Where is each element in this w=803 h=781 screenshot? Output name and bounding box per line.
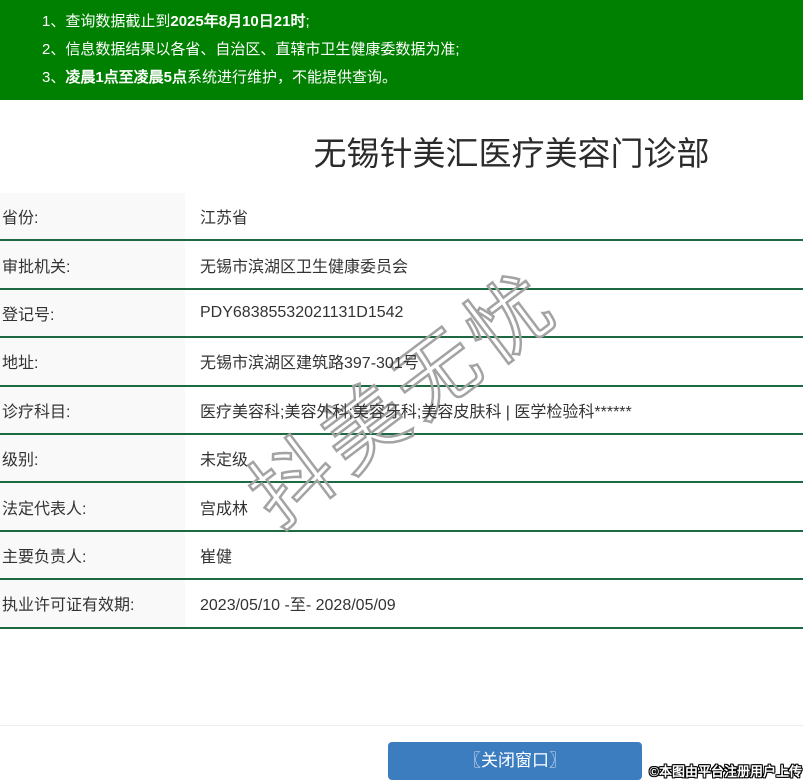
row-label-text: 执业许可证有效期: [2, 597, 135, 615]
row-value: 江苏省 [185, 193, 803, 239]
row-label: 级别: [0, 434, 185, 482]
row-label-text: 法定代表人: [2, 500, 87, 518]
row-value-text: 2023/05/10 -至- 2028/05/09 [200, 597, 396, 615]
notice-number: 2、 [42, 41, 66, 58]
table-row-main-person-in-charge: 主要负责人: 崔健 [0, 531, 803, 581]
row-label: 登记号: [0, 289, 185, 337]
notice-text: 系统进行维护，不能提供查询。 [187, 69, 398, 86]
notice-text: 查询数据截止到 [65, 13, 171, 30]
info-table: 省份: 江苏省 审批机关: 无锡市滨湖区卫生健康委员会 登记号: PDY6838… [0, 193, 803, 629]
row-label: 主要负责人: [0, 531, 185, 579]
row-value: 崔健 [185, 532, 803, 578]
notice-line-2: 2、信息数据结果以各省、自治区、直辖市卫生健康委数据为准; [42, 36, 793, 64]
row-value: 无锡市滨湖区卫生健康委员会 [185, 241, 803, 287]
notice-number: 1、 [42, 13, 66, 30]
row-value: 2023/05/10 -至- 2028/05/09 [185, 580, 803, 626]
row-value-text: 江苏省 [200, 210, 249, 228]
row-value-text: 宫成林 [200, 500, 249, 518]
row-value: 医疗美容科;美容外科;美容牙科;美容皮肤科 | 医学检验科****** [185, 387, 803, 433]
row-label-text: 审批机关: [2, 258, 71, 276]
notice-number: 3、 [42, 69, 66, 86]
row-label-text: 主要负责人: [2, 548, 87, 566]
close-window-button[interactable]: 〖关闭窗口〗 [388, 742, 642, 780]
table-row-province: 省份: 江苏省 [0, 193, 803, 242]
row-value: 未定级 [185, 435, 803, 481]
table-row-address: 地址: 无锡市滨湖区建筑路397-301号 [0, 338, 803, 387]
notice-text: ; [305, 13, 310, 30]
table-row-registration-number: 登记号: PDY68385532021131D1542 [0, 289, 803, 339]
row-value-text: 崔健 [200, 548, 233, 566]
row-label: 省份: [0, 193, 185, 240]
row-label-text: 省份: [2, 210, 39, 228]
row-value: 无锡市滨湖区建筑路397-301号 [185, 338, 803, 384]
table-row-medical-subjects: 诊疗科目: 医疗美容科;美容外科;美容牙科;美容皮肤科 | 医学检验科*****… [0, 386, 803, 435]
notice-line-3: 3、凌晨1点至凌晨5点系统进行维护，不能提供查询。 [42, 64, 793, 92]
row-value-text: 无锡市滨湖区卫生健康委员会 [200, 258, 409, 276]
row-label-text: 诊疗科目: [2, 403, 71, 421]
row-label-text: 地址: [2, 355, 39, 373]
row-label: 执业许可证有效期: [0, 580, 185, 627]
notice-line-1: 1、查询数据截止到2025年8月10日21时; [42, 8, 793, 36]
page-title: 无锡针美汇医疗美容门诊部 [313, 135, 710, 172]
row-value: PDY68385532021131D1542 [185, 290, 803, 336]
notice-banner: 1、查询数据截止到2025年8月10日21时; 2、信息数据结果以各省、自治区、… [0, 0, 803, 100]
row-label-text: 登记号: [2, 306, 55, 324]
table-row-legal-representative: 法定代表人: 宫成林 [0, 483, 803, 532]
row-label: 地址: [0, 338, 185, 385]
upload-attribution: ©本图由平台注册用户上传 [649, 764, 802, 779]
notice-bold-text: 2025年8月10日21时 [170, 13, 306, 30]
row-label-text: 级别: [2, 452, 39, 470]
table-row-approval-authority: 审批机关: 无锡市滨湖区卫生健康委员会 [0, 241, 803, 290]
row-value-text: PDY68385532021131D1542 [200, 303, 404, 321]
notice-bold-text: 凌晨1点至凌晨5点 [65, 69, 188, 86]
row-label: 审批机关: [0, 241, 185, 288]
row-value: 宫成林 [185, 483, 803, 529]
row-value-text: 未定级 [200, 452, 249, 470]
row-value-text: 无锡市滨湖区建筑路397-301号 [200, 355, 419, 373]
row-label: 诊疗科目: [0, 386, 185, 433]
notice-text: 信息数据结果以各省、自治区、直辖市卫生健康委数据为准; [65, 41, 460, 58]
row-label: 法定代表人: [0, 483, 185, 530]
table-row-license-validity: 执业许可证有效期: 2023/05/10 -至- 2028/05/09 [0, 580, 803, 629]
row-value-text: 医疗美容科;美容外科;美容牙科;美容皮肤科 | 医学检验科****** [200, 403, 632, 421]
footer-divider [0, 725, 803, 726]
table-row-level: 级别: 未定级 [0, 434, 803, 484]
